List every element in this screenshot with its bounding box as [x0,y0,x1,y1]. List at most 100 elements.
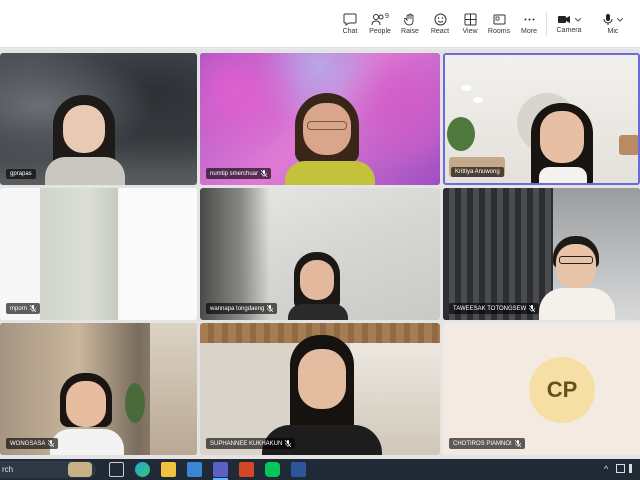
chat-icon [343,13,357,26]
people-label: People [369,28,391,35]
participant-tile[interactable]: gprapas [0,53,197,185]
hand-icon [404,13,414,26]
rooms-icon [493,14,505,25]
mic-off-icon [514,440,521,447]
participant-tile[interactable]: SUPHANNEE KUKHAKUN [200,323,440,455]
chat-label: Chat [342,28,358,35]
react-button[interactable]: React [428,0,452,48]
camera-button[interactable]: Camera [552,0,586,48]
view-label: View [462,28,478,35]
room-plant [447,117,475,151]
room-furniture [619,135,638,155]
people-button[interactable]: 9 People [366,0,394,48]
avatar-initials: CP [546,377,578,402]
background [120,188,197,320]
participant-name: mporn [10,305,28,312]
participant-video [525,103,603,183]
more-label: More [521,28,537,35]
room-plant [125,383,145,423]
chevron-down-icon[interactable] [617,17,623,22]
file-explorer-icon[interactable] [161,462,176,477]
mic-icon [603,14,613,25]
more-button[interactable]: More [517,0,541,48]
participant-name: CHOTIROS PIAMNOI [453,440,512,447]
tray-chevron-icon[interactable]: ^ [604,464,608,474]
view-button[interactable]: View [458,0,482,48]
participant-name-tag: gprapas [6,169,36,179]
participant-tile[interactable]: numtip smerchuar [200,53,440,185]
camera-label: Camera [556,27,582,34]
people-count: 9 [385,13,389,20]
emoji-icon [434,13,446,26]
participant-video [50,373,124,455]
rooms-label: Rooms [487,28,511,35]
mic-off-icon [48,440,55,447]
participant-tile[interactable]: mporn [0,188,197,320]
participant-name-tag: numtip smerchuar [206,168,272,179]
participant-tile[interactable]: WONGSASA [0,323,197,455]
word-icon[interactable] [291,462,306,477]
avatar: CP [529,357,595,423]
video-grid: gprapas numtip smerchuar Krittiya Anuwon… [0,49,640,459]
participant-name: TAWEESAK TOTONGSEW [453,305,527,312]
participant-video [539,236,615,320]
participant-name-tag: WONGSASA [6,438,59,449]
participant-tile[interactable]: Krittiya Anuwong [443,53,640,185]
participant-tile[interactable]: CP CHOTIROS PIAMNOI [443,323,640,455]
participant-name: WONGSASA [10,440,46,447]
room-shelf [150,323,197,455]
background [443,188,553,320]
task-view-icon[interactable] [109,462,124,477]
mic-off-icon [261,170,268,177]
participant-video [262,335,382,455]
search-text: rch [2,465,14,474]
participant-name: SUPHANNEE KUKHAKUN [210,440,283,447]
react-label: React [430,28,450,35]
participant-name: numtip smerchuar [210,170,259,177]
room-lamp [461,85,471,91]
people-icon [371,14,384,26]
rooms-button[interactable]: Rooms [487,0,511,48]
raise-button[interactable]: Raise [398,0,422,48]
participant-tile[interactable]: TAWEESAK TOTONGSEW [443,188,640,320]
room-lamp [473,97,483,103]
participant-video [285,93,375,185]
powerpoint-icon[interactable] [239,462,254,477]
mic-off-icon [30,305,37,312]
mic-off-icon [267,305,274,312]
chevron-down-icon[interactable] [575,17,581,22]
participant-tile[interactable]: wannapa tongdaeng [200,188,440,320]
mic-off-icon [529,305,536,312]
participant-name-tag: CHOTIROS PIAMNOI [449,438,525,449]
participant-name-tag: TAWEESAK TOTONGSEW [449,303,540,314]
background [40,188,118,320]
participant-name-tag: Krittiya Anuwong [451,167,504,177]
participant-video [45,95,125,185]
mic-label: Mic [607,28,619,35]
toolbar-divider [546,12,547,36]
chat-button[interactable]: Chat [338,0,362,48]
volume-icon[interactable] [629,464,638,473]
more-icon [524,18,534,21]
participant-name: gprapas [10,171,32,177]
search-highlight-icon [68,462,92,477]
participant-video [288,252,348,320]
line-icon[interactable] [265,462,280,477]
windows-taskbar: rch ^ [0,459,640,480]
participant-name-tag: mporn [6,303,41,314]
raise-label: Raise [401,28,419,35]
participant-name: wannapa tongdaeng [210,305,265,312]
edge-icon[interactable] [135,462,150,477]
participant-name: Krittiya Anuwong [455,169,500,175]
mic-off-icon [285,440,292,447]
teams-icon[interactable] [213,462,228,477]
store-icon[interactable] [187,462,202,477]
taskbar-search[interactable]: rch [0,461,96,478]
meeting-toolbar: Chat 9 People Raise React View Rooms Mor… [0,0,640,48]
grid-icon [464,13,476,26]
mic-button[interactable]: Mic [596,0,630,48]
background [200,188,270,320]
network-icon[interactable] [616,464,625,473]
participant-name-tag: SUPHANNEE KUKHAKUN [206,438,296,449]
participant-name-tag: wannapa tongdaeng [206,303,278,314]
